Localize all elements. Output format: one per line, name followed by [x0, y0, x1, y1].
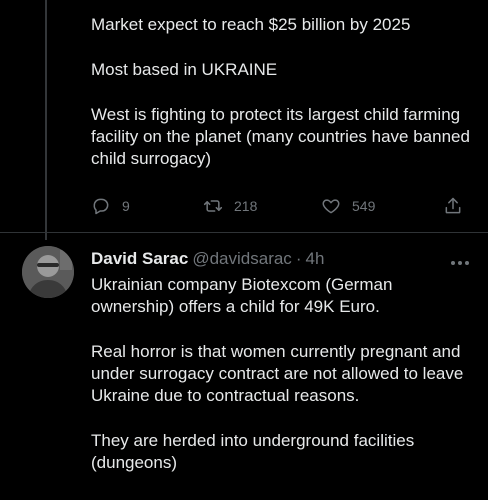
separator-dot: · [295, 249, 302, 268]
tweet-1-action-bar: 9 218 549 [91, 196, 471, 220]
tweet-2-header: David Sarac @davidsarac · 4h [91, 248, 471, 270]
tweet-divider [0, 232, 488, 233]
tweet-1-paragraph: West is fighting to protect its largest … [91, 105, 470, 168]
tweet-2-paragraph: Real horror is that women currently preg… [91, 342, 464, 405]
reply-button[interactable]: 9 [91, 196, 130, 216]
author-handle[interactable]: @davidsarac [192, 248, 291, 270]
share-button[interactable] [443, 196, 463, 216]
timestamp[interactable]: 4h [305, 248, 324, 270]
like-button[interactable]: 549 [321, 196, 375, 216]
tweet-2-paragraph: Ukrainian company Biotexcom (German owne… [91, 275, 393, 316]
author-name[interactable]: David Sarac [91, 248, 188, 270]
like-count: 549 [352, 198, 376, 214]
retweet-icon [203, 200, 223, 212]
tweet-2-paragraph: They are herded into underground facilit… [91, 431, 415, 472]
share-icon [445, 197, 461, 214]
reply-icon [93, 198, 109, 215]
retweet-button[interactable]: 218 [203, 196, 257, 216]
tweet-1-body: Market expect to reach $25 billion by 20… [91, 14, 471, 170]
retweet-count: 218 [234, 198, 258, 214]
reply-count: 9 [122, 198, 130, 214]
thread-connector-line [45, 0, 47, 240]
tweet-1-paragraph: Most based in UKRAINE [91, 60, 278, 79]
avatar[interactable] [22, 246, 74, 298]
more-options-button[interactable] [450, 253, 470, 271]
more-horizontal-icon [451, 261, 469, 265]
heart-icon [322, 199, 340, 214]
tweet-1-paragraph: Market expect to reach $25 billion by 20… [91, 15, 411, 34]
avatar-photo [22, 246, 74, 298]
tweet-2-body: Ukrainian company Biotexcom (German owne… [91, 274, 471, 474]
tweet-2: David Sarac @davidsarac · 4h Ukrainian c… [91, 248, 471, 497]
